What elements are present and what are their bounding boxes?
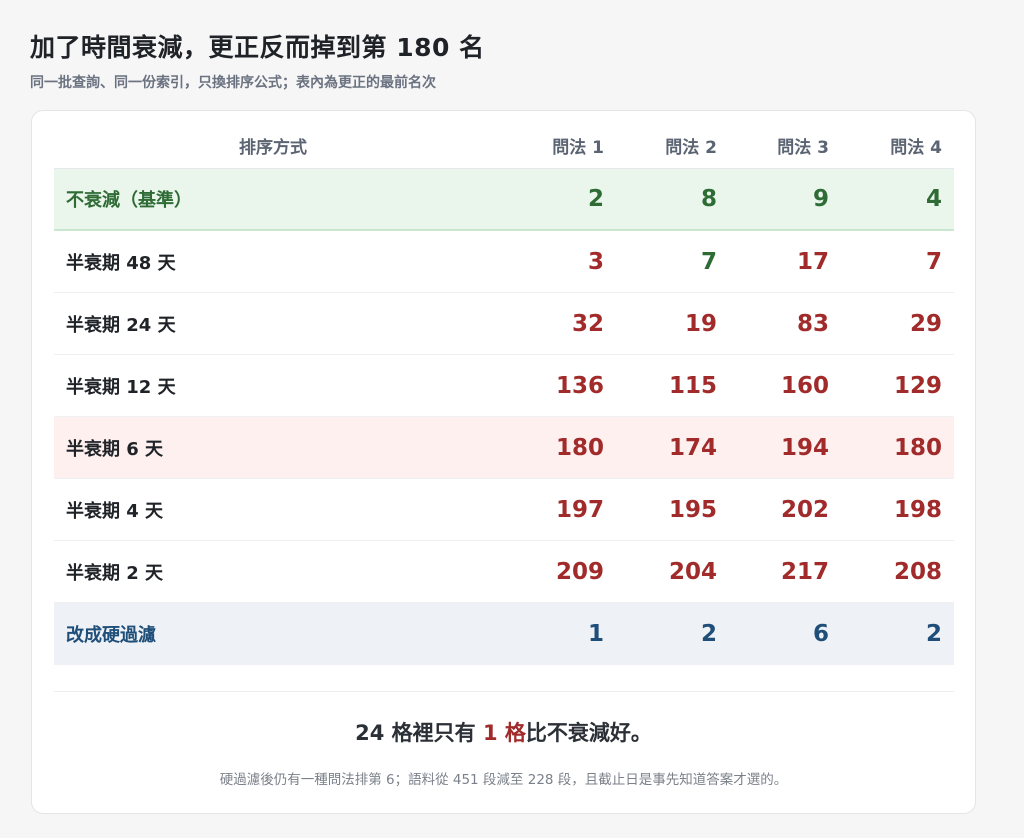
rank-cell: 194: [780, 434, 829, 461]
row-label: 半衰期 48 天: [66, 252, 176, 274]
header-query-4: 問法 4: [890, 138, 942, 158]
rank-cell: 83: [796, 310, 829, 337]
rank-cell: 204: [668, 558, 717, 585]
rank-cell: 2: [587, 186, 604, 212]
rank-cell: 4: [925, 186, 942, 212]
rank-cell: 129: [893, 372, 942, 399]
rank-cell: 9: [812, 186, 829, 212]
rank-cell: 174: [668, 434, 717, 461]
table-row: 半衰期 2 天 209 204 217 208: [54, 541, 954, 603]
rank-cell: 160: [780, 372, 829, 399]
rank-cell: 198: [893, 496, 942, 523]
table-row: 半衰期 12 天 136 115 160 129: [54, 355, 954, 417]
rank-cell: 195: [668, 496, 717, 523]
rank-cell: 7: [700, 248, 717, 275]
row-label: 改成硬過濾: [66, 625, 156, 646]
rank-cell: 180: [893, 434, 942, 461]
table-row: 半衰期 4 天 197 195 202 198: [54, 479, 954, 541]
rank-cell: 17: [796, 248, 829, 275]
table-row: 半衰期 6 天 180 174 194 180: [54, 417, 954, 479]
page-subtitle: 同一批查詢、同一份索引，只換排序公式；表內為更正的最前名次: [30, 75, 436, 91]
table-row: 改成硬過濾 1 2 6 2: [54, 603, 954, 665]
rank-cell: 180: [555, 434, 604, 461]
header-query-1: 問法 1: [552, 138, 604, 158]
rank-cell: 2: [700, 621, 717, 647]
table-row: 半衰期 48 天 3 7 17 7: [54, 231, 954, 293]
row-label: 半衰期 6 天: [66, 438, 164, 460]
rank-cell: 6: [812, 621, 829, 647]
header-query-3: 問法 3: [777, 138, 829, 158]
row-label: 不衰減（基準）: [66, 190, 192, 211]
rank-cell: 2: [925, 621, 942, 647]
row-label: 半衰期 12 天: [66, 376, 176, 398]
footnote: 硬過濾後仍有一種問法排第 6；語料從 451 段減至 228 段，且截止日是事先…: [219, 772, 788, 788]
row-label: 半衰期 2 天: [66, 562, 164, 584]
rank-cell: 209: [555, 558, 604, 585]
rank-cell: 29: [909, 310, 942, 337]
rank-cell: 8: [700, 186, 717, 212]
rank-cell: 197: [555, 496, 604, 523]
table-row: 不衰減（基準） 2 8 9 4: [54, 169, 954, 231]
rank-cell: 217: [780, 558, 829, 585]
rank-cell: 1: [587, 621, 604, 647]
page: 加了時間衰減，更正反而掉到第 180 名 同一批查詢、同一份索引，只換排序公式；…: [0, 0, 1024, 838]
summary-suffix: 比不衰減好。: [525, 721, 652, 745]
table-row: 半衰期 24 天 32 19 83 29: [54, 293, 954, 355]
results-card: 排序方式 問法 1 問法 2 問法 3 問法 4 不衰減（基準） 2 8 9 4…: [31, 110, 976, 814]
rank-cell: 3: [587, 248, 604, 275]
ranking-table: 排序方式 問法 1 問法 2 問法 3 問法 4 不衰減（基準） 2 8 9 4…: [54, 123, 954, 665]
rank-cell: 32: [571, 310, 604, 337]
rank-cell: 208: [893, 558, 942, 585]
rank-cell: 202: [780, 496, 829, 523]
summary-text: 24 格裡只有 1 格比不衰減好。: [32, 717, 975, 747]
divider: [54, 691, 954, 692]
header-method: 排序方式: [239, 138, 307, 158]
header-query-2: 問法 2: [665, 138, 717, 158]
rank-cell: 7: [925, 248, 942, 275]
rank-cell: 115: [668, 372, 717, 399]
summary-prefix: 24 格裡只有: [355, 721, 483, 745]
row-label: 半衰期 24 天: [66, 314, 176, 336]
table-header-row: 排序方式 問法 1 問法 2 問法 3 問法 4: [54, 123, 954, 169]
page-title: 加了時間衰減，更正反而掉到第 180 名: [30, 33, 485, 62]
row-label: 半衰期 4 天: [66, 500, 164, 522]
summary-accent: 1 格: [482, 721, 526, 745]
rank-cell: 136: [555, 372, 604, 399]
rank-cell: 19: [684, 310, 717, 337]
